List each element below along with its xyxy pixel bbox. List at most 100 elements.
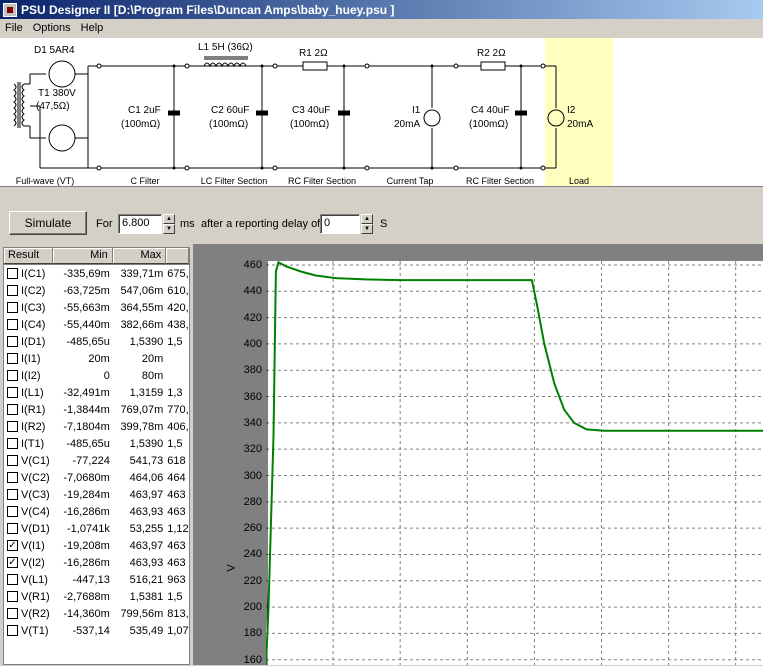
table-row[interactable]: I(T1) -485,65u 1,5390 1,5: [4, 435, 189, 452]
result-checkbox[interactable]: [7, 455, 18, 466]
table-row[interactable]: V(C3) -19,284m 463,97 463: [4, 486, 189, 503]
table-row[interactable]: I(I2) 0 80m: [4, 367, 189, 384]
y-tick-label: 440: [243, 285, 262, 298]
result-checkbox[interactable]: [7, 353, 18, 364]
section-fullwave[interactable]: Full-wave (VT): [16, 176, 75, 186]
y-axis-label: V: [225, 564, 238, 572]
label-d1: D1 5AR4: [34, 45, 75, 56]
table-row[interactable]: V(D1) -1,0741k 53,255 1,12: [4, 520, 189, 537]
result-extra: 463: [167, 556, 186, 569]
table-row[interactable]: I(I1) 20m 20m: [4, 350, 189, 367]
result-checkbox[interactable]: [7, 387, 18, 398]
section-lc-filter[interactable]: LC Filter Section: [201, 176, 268, 186]
result-checkbox[interactable]: [7, 302, 18, 313]
y-tick-label: 380: [243, 364, 262, 377]
result-max: 516,21: [129, 573, 164, 586]
result-name: V(I2): [21, 556, 45, 569]
menu-options[interactable]: Options: [28, 22, 76, 34]
section-current-tap[interactable]: Current Tap: [387, 176, 434, 186]
table-row[interactable]: I(C4) -55,440m 382,66m 438,: [4, 316, 189, 333]
result-checkbox[interactable]: [7, 285, 18, 296]
table-row[interactable]: V(L1) -447,13 516,21 963: [4, 571, 189, 588]
result-checkbox[interactable]: [7, 574, 18, 585]
result-checkbox[interactable]: [7, 591, 18, 602]
result-checkbox[interactable]: [7, 370, 18, 381]
result-checkbox[interactable]: [7, 472, 18, 483]
section-rc-filter-2[interactable]: RC Filter Section: [466, 176, 534, 186]
label-c4-esr: (100mΩ): [469, 119, 509, 130]
result-checkbox[interactable]: [7, 523, 18, 534]
label-c4: C4 40uF: [471, 105, 510, 116]
result-extra: 1,07: [167, 624, 189, 637]
label-i2-current: 20mA: [567, 119, 594, 130]
table-row[interactable]: V(C2) -7,0680m 464,06 464: [4, 469, 189, 486]
result-checkbox[interactable]: [7, 506, 18, 517]
duration-input[interactable]: 6.800: [118, 214, 162, 234]
result-extra: 675,: [167, 267, 189, 280]
result-min: -19,208m: [63, 539, 110, 552]
result-checkbox[interactable]: [7, 336, 18, 347]
chart-area: [193, 244, 763, 665]
menu-help[interactable]: Help: [76, 22, 109, 34]
table-row[interactable]: ✓ V(I1) -19,208m 463,97 463: [4, 537, 189, 554]
result-checkbox[interactable]: ✓: [7, 540, 18, 551]
delay-label: after a reporting delay of: [201, 218, 321, 230]
result-min: 0: [103, 369, 110, 382]
result-checkbox[interactable]: [7, 489, 18, 500]
section-rc-filter-1[interactable]: RC Filter Section: [288, 176, 356, 186]
result-min: -485,65u: [66, 437, 110, 450]
header-max[interactable]: Max: [112, 248, 167, 264]
table-row[interactable]: I(L1) -32,491m 1,3159 1,3: [4, 384, 189, 401]
simulate-button[interactable]: Simulate: [9, 211, 87, 235]
result-name: I(L1): [21, 386, 44, 399]
section-c-filter[interactable]: C Filter: [131, 176, 160, 186]
result-max: 463,97: [129, 488, 164, 501]
table-row[interactable]: I(R1) -1,3844m 769,07m 770,: [4, 401, 189, 418]
result-min: -55,440m: [63, 318, 110, 331]
section-load[interactable]: Load: [569, 176, 589, 186]
table-row[interactable]: I(C1) -335,69m 339,71m 675,: [4, 265, 189, 282]
result-max: 339,71m: [120, 267, 164, 280]
result-checkbox[interactable]: ✓: [7, 557, 18, 568]
header-extra[interactable]: [166, 248, 189, 264]
label-c3: C3 40uF: [292, 105, 331, 116]
table-row[interactable]: V(C4) -16,286m 463,93 463: [4, 503, 189, 520]
result-checkbox[interactable]: [7, 319, 18, 330]
result-checkbox[interactable]: [7, 608, 18, 619]
table-row[interactable]: I(C2) -63,725m 547,06m 610,: [4, 282, 189, 299]
result-checkbox[interactable]: [7, 438, 18, 449]
result-extra: 463: [167, 505, 186, 518]
y-tick-label: 360: [243, 390, 262, 403]
result-name: V(I1): [21, 539, 45, 552]
plot-area[interactable]: [266, 261, 763, 665]
delay-spinner[interactable]: ▲ ▼: [361, 214, 373, 234]
duration-spinner[interactable]: ▲ ▼: [163, 214, 175, 234]
header-result[interactable]: Result: [4, 248, 54, 264]
y-tick-label: 240: [243, 548, 262, 561]
y-tick-label: 300: [243, 469, 262, 482]
table-row[interactable]: V(R2) -14,360m 799,56m 813,: [4, 605, 189, 622]
table-row[interactable]: I(C3) -55,663m 364,55m 420,: [4, 299, 189, 316]
schematic-panel[interactable]: D1 5AR4 T1 380V (47,5Ω) L1 5H (36Ω) R1 2…: [0, 38, 763, 186]
label-l1: L1 5H (36Ω): [198, 42, 253, 53]
result-min: -77,224: [72, 454, 110, 467]
table-row[interactable]: I(R2) -7,1804m 399,78m 406,: [4, 418, 189, 435]
header-min[interactable]: Min: [53, 248, 113, 264]
table-row[interactable]: V(T1) -537,14 535,49 1,07: [4, 622, 189, 639]
result-min: -32,491m: [63, 386, 110, 399]
result-checkbox[interactable]: [7, 268, 18, 279]
table-row[interactable]: ✓ V(I2) -16,286m 463,93 463: [4, 554, 189, 571]
table-row[interactable]: V(R1) -2,7688m 1,5381 1,5: [4, 588, 189, 605]
result-checkbox[interactable]: [7, 625, 18, 636]
delay-input[interactable]: 0: [320, 214, 360, 234]
results-list[interactable]: Result Min Max I(C1) -335,69m 339,71m 675, I…: [3, 247, 190, 665]
result-name: V(C4): [21, 505, 50, 518]
result-min: 20m: [88, 352, 110, 365]
table-row[interactable]: V(C1) -77,224 541,73 618: [4, 452, 189, 469]
result-name: I(D1): [21, 335, 46, 348]
menu-file[interactable]: File: [0, 22, 28, 34]
result-checkbox[interactable]: [7, 404, 18, 415]
table-row[interactable]: I(D1) -485,65u 1,5390 1,5: [4, 333, 189, 350]
result-checkbox[interactable]: [7, 421, 18, 432]
y-tick-label: 420: [243, 311, 262, 324]
